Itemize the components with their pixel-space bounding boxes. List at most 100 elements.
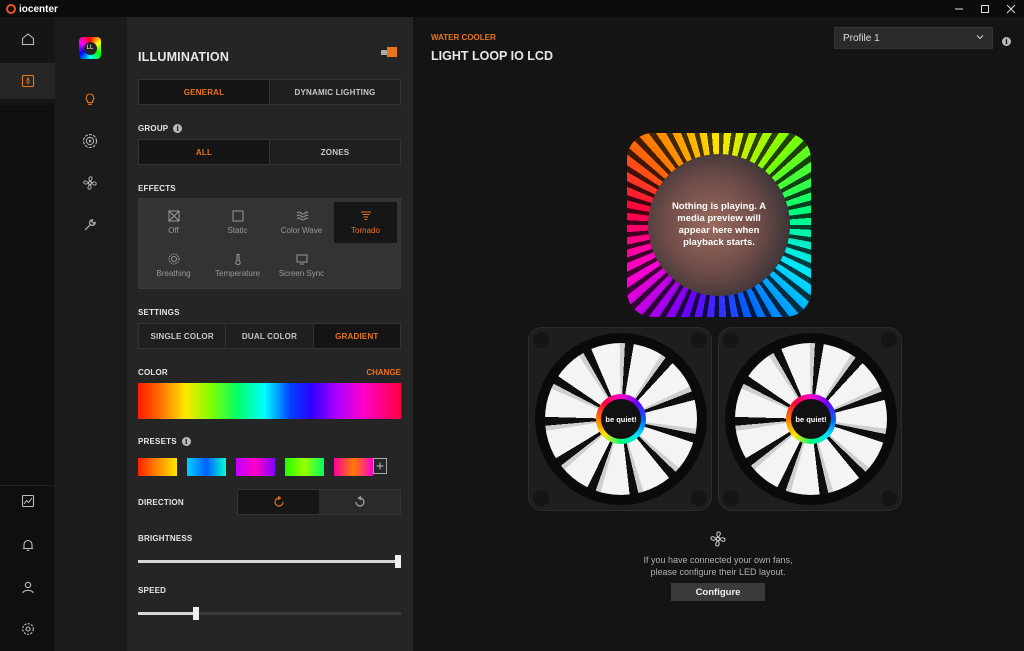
brightness-slider[interactable] [138,555,401,568]
speed-slider[interactable] [138,607,401,620]
configure-button[interactable]: Configure [671,583,765,601]
chart-icon [21,494,34,508]
minimize-icon [955,8,963,9]
direction-selector [237,489,401,515]
custom-fans-hint: If you have connected your own fans, ple… [643,555,793,577]
settings-label: SETTINGS [138,308,180,317]
close-icon [1006,4,1016,13]
nav-home[interactable] [0,21,55,57]
profile-dropdown[interactable]: Profile 1 [834,27,993,49]
bell-icon [22,539,33,551]
panel-title: ILLUMINATION [138,50,230,64]
rotate-clockwise-icon [273,496,284,507]
maximize-button[interactable] [972,0,998,17]
device-preview-area: WATER COOLER LIGHT LOOP IO LCD Profile 1… [413,17,1024,651]
device-name: LIGHT LOOP IO LCD [431,49,553,63]
info-icon: i [1002,37,1011,47]
thermometer-icon [234,254,241,265]
fan-preview: be quiet! [528,327,712,511]
preset-swatch[interactable] [285,458,324,476]
maximize-icon [981,4,989,13]
app-logo-text: iocenter [19,3,58,15]
illumination-toggle[interactable] [381,47,397,57]
wrench-icon [84,219,96,231]
nav-notifications[interactable] [0,527,55,563]
preset-swatch[interactable] [236,458,275,476]
off-icon [168,210,179,222]
info-icon[interactable]: i [173,124,183,134]
preset-swatch[interactable] [334,458,373,476]
effect-static[interactable]: Static [206,202,269,243]
illumination-tabs: GENERAL DYNAMIC LIGHTING [138,79,401,105]
primary-nav [0,17,55,651]
mode-gradient[interactable]: GRADIENT [312,324,400,348]
group-selector: ALL ZONES [138,139,401,165]
effect-breathing[interactable]: Breathing [142,245,205,286]
fan-brand-logo: be quiet! [791,399,831,439]
nav-account[interactable] [0,569,55,605]
pump-lcd-preview: Nothing is playing. A media preview will… [627,133,811,317]
app-logo: iocenter [6,3,58,15]
illumination-panel: ILLUMINATION GENERAL DYNAMIC LIGHTING GR… [127,17,413,651]
nav-illumination[interactable] [72,81,108,117]
fan-icon [709,530,727,548]
group-all[interactable]: ALL [139,140,269,164]
minimize-button[interactable] [946,0,972,17]
fan-brand-logo: be quiet! [601,399,641,439]
device-category: WATER COOLER [431,33,496,42]
user-icon [21,581,34,594]
device-thumbnail[interactable]: LL [79,37,101,59]
add-preset-button[interactable] [373,458,387,474]
nav-monitoring[interactable] [0,483,55,519]
fan-icon [83,176,97,190]
effect-off[interactable]: Off [142,202,205,243]
rotate-counterclockwise-icon [354,496,365,507]
direction-counterclockwise-button[interactable] [319,490,400,514]
tab-general[interactable]: GENERAL [139,80,269,104]
lcd-message: Nothing is playing. A media preview will… [671,201,767,248]
effects-grid: Off Static Color Wave Tornado Breathing … [138,198,401,289]
tornado-icon [360,211,371,221]
presets-label: PRESETS i [138,437,191,447]
device-nav: LL [55,17,127,651]
mode-dual-color[interactable]: DUAL COLOR [225,324,312,348]
info-icon[interactable]: i [181,437,191,447]
nav-pump[interactable] [72,123,108,159]
nav-fans[interactable] [72,165,108,201]
profile-info-button[interactable]: i [1002,33,1011,51]
gear-icon [21,623,34,635]
effect-color-wave[interactable]: Color Wave [270,202,333,243]
lightbulb-icon [85,93,95,105]
plus-icon [376,462,384,470]
effect-tornado[interactable]: Tornado [334,202,397,243]
brightness-label: BRIGHTNESS [138,534,193,543]
nav-device[interactable] [0,63,55,99]
monitor-icon [296,254,307,265]
speed-slider-thumb[interactable] [192,607,199,620]
nav-tools[interactable] [72,207,108,243]
color-mode-selector: SINGLE COLOR DUAL COLOR GRADIENT [138,323,401,349]
breathing-icon [168,253,179,265]
tab-dynamic-lighting[interactable]: DYNAMIC LIGHTING [269,80,400,104]
fan-hub: be quiet! [786,394,836,444]
close-button[interactable] [998,0,1024,17]
nav-settings[interactable] [0,611,55,647]
color-label: COLOR [138,368,168,377]
home-icon [21,33,34,46]
direction-clockwise-button[interactable] [238,490,319,514]
effect-temperature[interactable]: Temperature [206,245,269,286]
group-zones[interactable]: ZONES [269,140,400,164]
title-bar: iocenter [0,0,1024,17]
speed-label: SPEED [138,586,167,595]
group-label: GROUP i [138,124,183,134]
mode-single-color[interactable]: SINGLE COLOR [139,324,225,348]
preset-swatch[interactable] [187,458,226,476]
effect-screen-sync[interactable]: Screen Sync [270,245,333,286]
change-color-link[interactable]: CHANGE [366,368,401,377]
preset-swatch[interactable] [138,458,177,476]
color-gradient-bar[interactable] [138,383,401,419]
device-icon [21,74,34,88]
effects-label: EFFECTS [138,184,176,193]
brightness-slider-thumb[interactable] [395,555,401,568]
fan-preview: be quiet! [718,327,902,511]
